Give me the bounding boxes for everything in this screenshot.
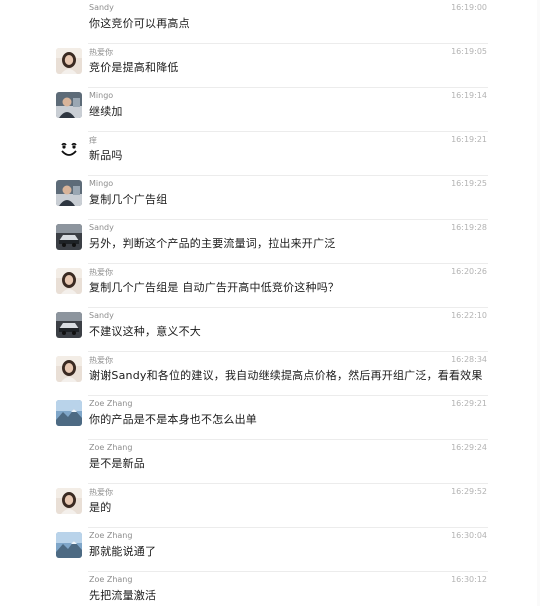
message-text: 复制几个广告组 bbox=[89, 193, 168, 206]
sender-name[interactable]: Zoe Zhang bbox=[89, 575, 132, 584]
message-text: 你这竞价可以再高点 bbox=[89, 17, 190, 30]
message-timestamp: 16:19:00 bbox=[451, 3, 487, 12]
message-timestamp: 16:29:24 bbox=[451, 443, 487, 452]
chat-message[interactable]: 热爱你是的 16:29:52 bbox=[0, 484, 540, 528]
message-text: 那就能说通了 bbox=[89, 545, 157, 558]
message-text: 另外，判断这个产品的主要流量词，拉出来开广泛 bbox=[89, 237, 336, 250]
chat-message[interactable]: Zoe Zhang 先把流量激活 16:30:12 bbox=[0, 572, 540, 606]
sender-name[interactable]: Sandy bbox=[89, 3, 114, 12]
message-timestamp: 16:19:21 bbox=[451, 135, 487, 144]
mountain-photo-avatar[interactable] bbox=[56, 400, 82, 426]
message-text: 先把流量激活 bbox=[89, 589, 157, 602]
car-photo-avatar[interactable] bbox=[56, 312, 82, 338]
chat-message[interactable]: 热爱你复制几个广告组是 自动广告开高中低竞价这种吗？ 16:20:26 bbox=[0, 264, 540, 308]
chat-message[interactable]: 热爱你谢谢Sandy和各位的建议，我自动继续提高点价格，然后再开组广泛，看看效果… bbox=[0, 352, 540, 396]
message-timestamp: 16:20:26 bbox=[451, 267, 487, 276]
sender-name[interactable]: Sandy bbox=[89, 223, 114, 232]
man-photo-avatar[interactable] bbox=[56, 180, 82, 206]
woman-photo-avatar[interactable] bbox=[56, 48, 82, 74]
message-text: 新品吗 bbox=[89, 149, 123, 162]
chat-message[interactable]: Zoe Zhang 那就能说通了 16:30:04 bbox=[0, 528, 540, 572]
chat-message[interactable]: 热爱你竞价是提高和降低 16:19:05 bbox=[0, 44, 540, 88]
message-timestamp: 16:28:34 bbox=[451, 355, 487, 364]
message-timestamp: 16:30:12 bbox=[451, 575, 487, 584]
sender-name[interactable]: 热爱你 bbox=[89, 487, 113, 498]
chat-message[interactable]: Sandy 不建议这种，意义不大 16:22:10 bbox=[0, 308, 540, 352]
sender-name[interactable]: Sandy bbox=[89, 311, 114, 320]
sender-name[interactable]: Zoe Zhang bbox=[89, 399, 132, 408]
message-text: 复制几个广告组是 自动广告开高中低竞价这种吗？ bbox=[89, 281, 340, 294]
message-text: 竞价是提高和降低 bbox=[89, 61, 179, 74]
message-timestamp: 16:29:52 bbox=[451, 487, 487, 496]
message-text: 不建议这种，意义不大 bbox=[89, 325, 201, 338]
chat-message[interactable]: Mingo 继续加 16:19:14 bbox=[0, 88, 540, 132]
message-timestamp: 16:30:04 bbox=[451, 531, 487, 540]
chat-message[interactable]: Zoe Zhang 是不是新品 16:29:24 bbox=[0, 440, 540, 484]
sender-name[interactable]: Mingo bbox=[89, 179, 113, 188]
sender-name[interactable]: 热爱你 bbox=[89, 47, 113, 58]
woman-photo-avatar[interactable] bbox=[56, 488, 82, 514]
chat-message[interactable]: Zoe Zhang 你的产品是不是本身也不怎么出单 16:29:21 bbox=[0, 396, 540, 440]
sender-name[interactable]: 痒 bbox=[89, 135, 97, 146]
car-photo-avatar[interactable] bbox=[56, 224, 82, 250]
message-text: 继续加 bbox=[89, 105, 123, 118]
message-timestamp: 16:19:14 bbox=[451, 91, 487, 100]
message-timestamp: 16:22:10 bbox=[451, 311, 487, 320]
message-text: 谢谢Sandy和各位的建议，我自动继续提高点价格，然后再开组广泛，看看效果 bbox=[89, 369, 483, 382]
chat-message[interactable]: Sandy 你这竞价可以再高点 16:19:00 bbox=[0, 0, 540, 44]
man-photo-avatar[interactable] bbox=[56, 92, 82, 118]
mountain-photo-avatar[interactable] bbox=[56, 532, 82, 558]
woman-photo-avatar[interactable] bbox=[56, 268, 82, 294]
sender-name[interactable]: 热爱你 bbox=[89, 355, 113, 366]
chat-message[interactable]: 痒新品吗 16:19:21 bbox=[0, 132, 540, 176]
woman-photo-avatar[interactable] bbox=[56, 356, 82, 382]
smiley-face-avatar[interactable] bbox=[56, 136, 82, 162]
sender-name[interactable]: Zoe Zhang bbox=[89, 443, 132, 452]
chat-message-list[interactable]: Sandy 你这竞价可以再高点 16:19:00 热爱你 竞价是提高和降低 16:19:0… bbox=[0, 0, 540, 606]
message-timestamp: 16:19:05 bbox=[451, 47, 487, 56]
chat-message[interactable]: Mingo 复制几个广告组 16:19:25 bbox=[0, 176, 540, 220]
sender-name[interactable]: Zoe Zhang bbox=[89, 531, 132, 540]
message-timestamp: 16:19:28 bbox=[451, 223, 487, 232]
chat-message[interactable]: Sandy 另外，判断这个产品的主要流量词，拉出来开广泛 16:19:28 bbox=[0, 220, 540, 264]
message-text: 是不是新品 bbox=[89, 457, 145, 470]
message-text: 是的 bbox=[89, 501, 112, 514]
sender-name[interactable]: Mingo bbox=[89, 91, 113, 100]
message-timestamp: 16:19:25 bbox=[451, 179, 487, 188]
sender-name[interactable]: 热爱你 bbox=[89, 267, 113, 278]
message-timestamp: 16:29:21 bbox=[451, 399, 487, 408]
message-text: 你的产品是不是本身也不怎么出单 bbox=[89, 413, 257, 426]
